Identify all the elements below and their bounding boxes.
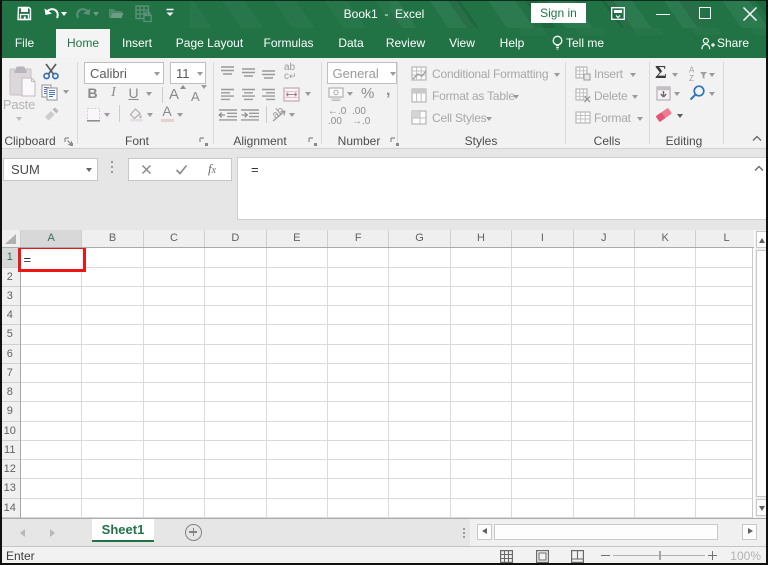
svg-text:Z: Z — [689, 74, 694, 81]
